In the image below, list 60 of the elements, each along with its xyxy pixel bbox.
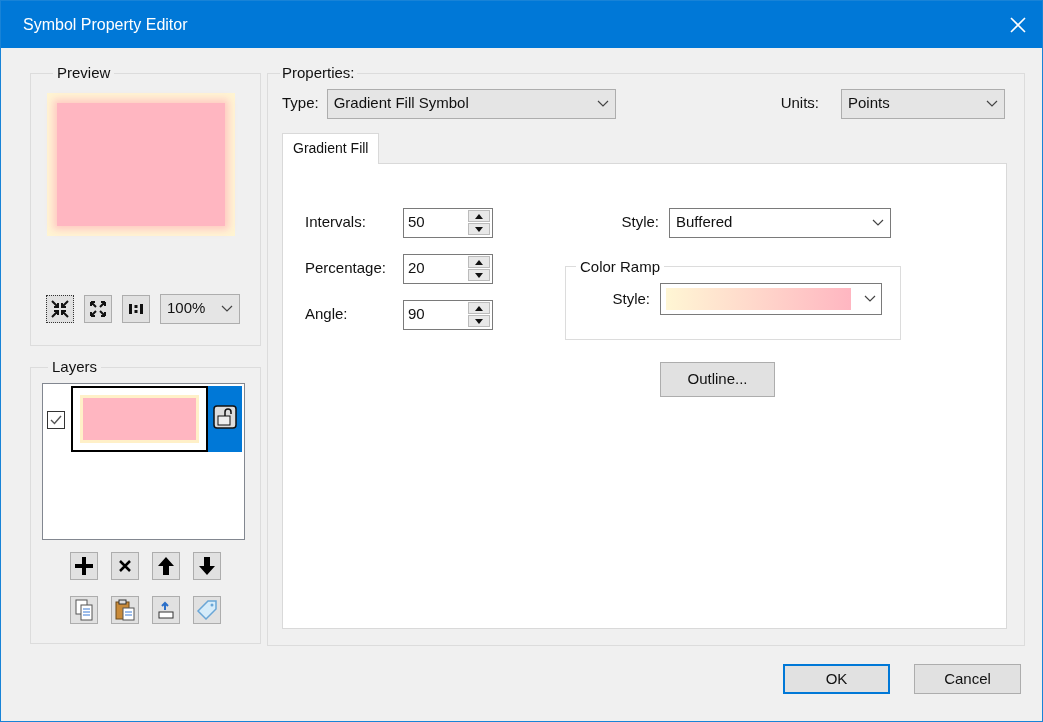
layer-checkbox[interactable]	[47, 410, 65, 429]
copy-icon	[74, 598, 94, 621]
move-up-button[interactable]	[152, 551, 180, 580]
zoom-dropdown[interactable]: 100%	[160, 293, 240, 324]
dialog-button[interactable]: Cancel	[914, 664, 1021, 694]
number-spinner[interactable]: 90	[403, 299, 493, 330]
arrows-outward-icon	[89, 299, 107, 318]
type-dropdown[interactable]: Gradient Fill Symbol	[326, 88, 616, 119]
style-dropdown[interactable]: Buffered	[669, 207, 891, 238]
units-label: Units:	[780, 93, 819, 114]
field-label: Angle:	[305, 304, 349, 325]
number-spinner[interactable]: 50	[403, 207, 493, 238]
group-label: Layers	[51, 357, 99, 377]
number-spinner[interactable]: 20	[403, 253, 493, 284]
spin-down-icon[interactable]	[468, 223, 490, 235]
window-title: Symbol Property Editor	[23, 14, 188, 35]
zoom-fit-button[interactable]	[46, 294, 74, 323]
chevron-down-icon	[221, 304, 233, 313]
paste-button[interactable]	[111, 595, 139, 624]
color-ramp-dropdown[interactable]	[660, 283, 882, 315]
spin-up-icon[interactable]	[468, 302, 490, 314]
spin-down-icon[interactable]	[468, 269, 490, 281]
actual-size-button[interactable]	[122, 294, 150, 323]
outline-button[interactable]: Outline...	[660, 361, 775, 397]
style-label: Style:	[620, 212, 660, 233]
close-icon[interactable]	[1010, 16, 1026, 33]
style-label: Style:	[611, 288, 651, 309]
remove-layer-button[interactable]	[111, 551, 139, 580]
field-label: Intervals:	[305, 212, 367, 233]
zoom-extent-button[interactable]	[84, 294, 112, 323]
move-down-button[interactable]	[193, 551, 221, 580]
plus-icon	[74, 555, 94, 576]
group-label: Properties:	[281, 63, 356, 83]
undo-tray-icon	[157, 599, 175, 620]
copy-button[interactable]	[70, 595, 98, 624]
type-label: Type:	[282, 93, 319, 114]
spin-down-icon[interactable]	[468, 315, 490, 327]
unlocked-padlock-icon[interactable]	[213, 404, 237, 429]
arrow-down-icon	[198, 555, 216, 576]
chevron-down-icon	[596, 99, 609, 108]
arrows-inward-icon	[51, 299, 69, 318]
tag-icon	[196, 598, 218, 621]
ratio-icon	[128, 302, 144, 315]
spin-up-icon[interactable]	[468, 256, 490, 268]
close-icon	[118, 558, 132, 573]
group-label: Color Ramp	[579, 256, 662, 277]
chevron-down-icon	[986, 99, 998, 108]
group-label: Preview	[56, 63, 112, 83]
add-layer-button[interactable]	[70, 551, 98, 580]
field-label: Percentage:	[305, 258, 387, 279]
layer-item[interactable]	[71, 385, 242, 452]
tab[interactable]: Gradient Fill	[282, 132, 380, 164]
dialog-button[interactable]: OK	[783, 664, 890, 694]
chevron-down-icon	[872, 218, 884, 227]
units-dropdown[interactable]: Points	[841, 88, 1005, 119]
chevron-down-icon	[864, 295, 876, 303]
clipboard-icon	[115, 598, 135, 621]
reset-button[interactable]	[152, 595, 180, 624]
spin-up-icon[interactable]	[468, 210, 490, 222]
arrow-up-icon	[157, 555, 175, 576]
